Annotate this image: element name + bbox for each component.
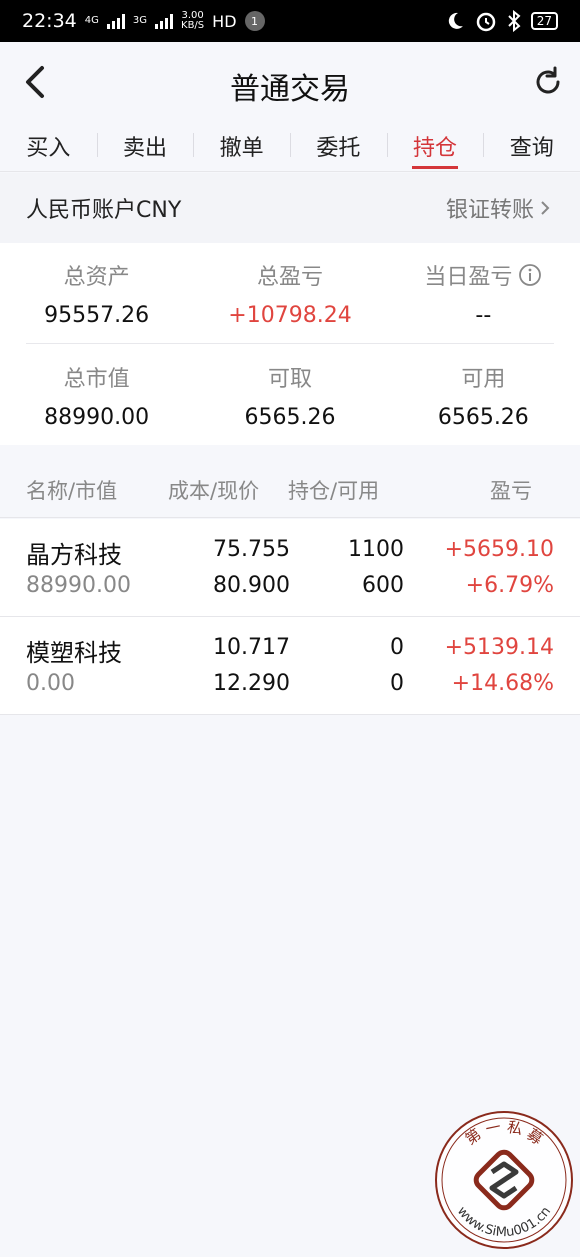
holding-row[interactable]: 晶方科技 88990.00 75.755 80.900 1100 600 +56… [0, 519, 580, 617]
market-value-cell: 总市值 88990.00 [0, 345, 193, 445]
holding-position: 0 [390, 635, 404, 660]
alarm-icon [476, 12, 495, 32]
network-type-2: 3G [133, 16, 147, 26]
total-assets-value: 95557.26 [44, 303, 150, 328]
col-cost-price: 成本/现价 [168, 478, 260, 503]
withdrawable-label: 可取 [193, 361, 386, 393]
holding-row[interactable]: 模塑科技 0.00 10.717 12.290 0 0 +5139.14 +14… [0, 617, 580, 715]
bank-transfer-link[interactable]: 银证转账 [446, 192, 550, 224]
total-assets-label: 总资产 [0, 259, 193, 291]
holding-available: 0 [390, 671, 404, 696]
holding-pl-pct: +14.68% [451, 671, 554, 696]
notification-badge: 1 [244, 11, 265, 31]
status-bar: 22:34 4G 3G 3.00 KB/S HD 1 27 [0, 0, 580, 42]
signal-icon [106, 13, 125, 29]
holding-name: 模塑科技 [26, 639, 122, 667]
signal-icon-2 [155, 13, 174, 29]
battery-icon: 27 [530, 12, 558, 30]
info-icon[interactable] [518, 263, 542, 287]
network-label-2: 3G [132, 15, 148, 26]
available-label-text: 可用 [461, 367, 506, 392]
daily-pl-label-text: 当日盈亏 [424, 265, 513, 290]
holding-pl: +5659.10 [444, 537, 554, 562]
available-label: 可用 [387, 361, 580, 393]
account-label: 人民币账户CNY [26, 198, 182, 223]
total-pl-cell: 总盈亏 +10798.24 [193, 243, 386, 343]
page-title: 普通交易 [230, 72, 350, 107]
tab-sell[interactable]: 卖出 [96, 120, 194, 171]
holding-pl-pct: +6.79% [465, 573, 554, 598]
holding-market-value: 0.00 [26, 671, 75, 696]
holding-cost: 75.755 [213, 537, 290, 562]
col-position-avail: 持仓/可用 [288, 478, 380, 503]
total-pl-label: 总盈亏 [193, 259, 386, 291]
total-assets-cell: 总资产 95557.26 [0, 243, 193, 343]
refresh-button[interactable] [528, 62, 568, 102]
moon-icon [448, 12, 463, 29]
withdrawable-value: 6565.26 [244, 405, 336, 430]
app-header: 普通交易 [0, 42, 580, 120]
holding-position: 1100 [348, 537, 404, 562]
daily-pl-value: -- [475, 303, 492, 328]
summary-row-2: 总市值 88990.00 可取 6565.26 可用 6565.26 [0, 345, 580, 445]
tab-buy[interactable]: 买入 [0, 120, 97, 171]
battery-level: 27 [536, 14, 552, 28]
status-right: 27 [445, 10, 558, 32]
holding-market-value: 88990.00 [26, 573, 131, 598]
tab-cancel[interactable]: 撤单 [193, 120, 290, 171]
network-label-1: 4G [84, 15, 99, 26]
holdings-header: 名称/市值 成本/现价 持仓/可用 盈亏 [0, 462, 580, 518]
holding-pl: +5139.14 [444, 635, 554, 660]
total-assets-label-text: 总资产 [63, 265, 130, 290]
network-type-1: 4G [85, 16, 99, 26]
holding-available: 600 [362, 573, 404, 598]
chevron-right-icon [541, 201, 550, 215]
network-speed: 3.00 KB/S [181, 11, 204, 31]
market-value-label-text: 总市值 [63, 367, 130, 392]
hd-indicator: HD [212, 11, 237, 31]
summary-divider [26, 343, 554, 344]
tab-orders[interactable]: 委托 [290, 120, 387, 171]
col-pl: 盈亏 [490, 478, 532, 503]
daily-pl-cell: 当日盈亏 -- [387, 243, 580, 343]
summary-row-1: 总资产 95557.26 总盈亏 +10798.24 当日盈亏 -- [0, 243, 580, 343]
bank-transfer-label: 银证转账 [445, 198, 534, 223]
total-pl-value: +10798.24 [228, 303, 352, 328]
account-row: 人民币账户CNY 银证转账 [0, 173, 580, 243]
daily-pl-label: 当日盈亏 [387, 259, 580, 291]
watermark-logo: 第 一 私 募 www.SiMu001.cn [435, 1111, 573, 1249]
refresh-icon [536, 66, 560, 94]
status-time: 22:34 [22, 10, 77, 32]
col-name-mv: 名称/市值 [26, 478, 118, 503]
holding-cost: 10.717 [213, 635, 290, 660]
holding-price: 12.290 [213, 671, 290, 696]
asset-summary: 总资产 95557.26 总盈亏 +10798.24 当日盈亏 -- 总市值 8… [0, 243, 580, 445]
market-value-label: 总市值 [0, 361, 193, 393]
trade-tabs: 买入 卖出 撤单 委托 持仓 查询 [0, 120, 580, 172]
withdrawable-cell: 可取 6565.26 [193, 345, 386, 445]
available-cell: 可用 6565.26 [387, 345, 580, 445]
tab-query[interactable]: 查询 [483, 120, 580, 171]
market-value-value: 88990.00 [44, 405, 150, 430]
bluetooth-icon [508, 10, 521, 32]
tab-positions[interactable]: 持仓 [386, 120, 484, 171]
total-pl-label-text: 总盈亏 [256, 265, 323, 290]
holding-name: 晶方科技 [26, 541, 122, 569]
speed-unit: KB/S [181, 20, 205, 31]
withdrawable-label-text: 可取 [267, 367, 312, 392]
status-left: 22:34 4G 3G 3.00 KB/S HD 1 [22, 10, 265, 32]
available-value: 6565.26 [437, 405, 529, 430]
holding-price: 80.900 [213, 573, 290, 598]
